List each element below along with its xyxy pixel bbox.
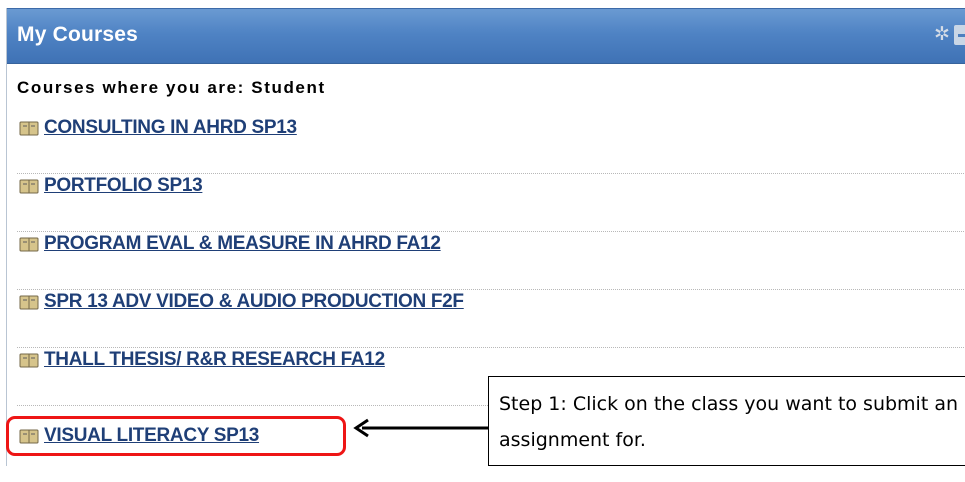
course-book-icon (19, 353, 39, 368)
course-link[interactable]: PROGRAM EVAL & MEASURE IN AHRD FA12 (44, 233, 441, 255)
module-header: My Courses ✲ (7, 8, 965, 64)
instruction-text: Step 1: Click on the class you want to s… (499, 393, 959, 451)
courses-role-heading: Courses where you are: Student (17, 78, 326, 97)
course-link[interactable]: SPR 13 ADV VIDEO & AUDIO PRODUCTION F2F (44, 291, 464, 313)
course-item[interactable]: CONSULTING IN AHRD SP13 (17, 117, 965, 174)
arrow-icon (353, 418, 488, 438)
instruction-callout: Step 1: Click on the class you want to s… (488, 376, 965, 466)
module-title: My Courses (17, 23, 139, 46)
course-book-icon (19, 179, 39, 194)
minimize-icon[interactable] (954, 25, 965, 45)
highlight-box (6, 416, 346, 456)
course-item[interactable]: PROGRAM EVAL & MEASURE IN AHRD FA12 (17, 233, 965, 290)
course-book-icon (19, 121, 39, 136)
course-link[interactable]: CONSULTING IN AHRD SP13 (44, 117, 297, 139)
course-book-icon (19, 295, 39, 310)
course-link[interactable]: PORTFOLIO SP13 (44, 175, 203, 197)
course-book-icon (19, 237, 39, 252)
course-link[interactable]: THALL THESIS/ R&R RESEARCH FA12 (44, 349, 385, 371)
gear-icon[interactable]: ✲ (932, 25, 952, 45)
course-item[interactable]: SPR 13 ADV VIDEO & AUDIO PRODUCTION F2F (17, 291, 965, 348)
course-item[interactable]: PORTFOLIO SP13 (17, 175, 965, 232)
